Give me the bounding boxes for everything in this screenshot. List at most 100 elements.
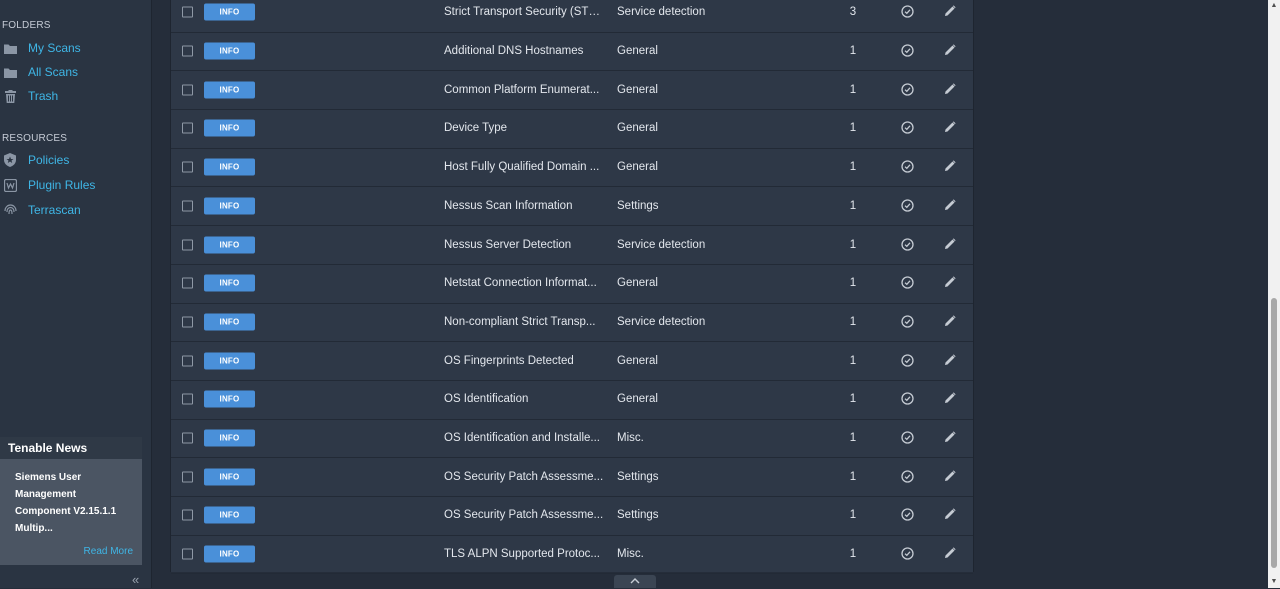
table-row[interactable]: INFO Nessus Server Detection Service det…: [171, 225, 973, 265]
row-checkbox[interactable]: [182, 432, 193, 444]
plugin-family: Misc.: [617, 432, 644, 445]
plugin-name: Netstat Connection Informat...: [444, 277, 597, 290]
news-title[interactable]: Siemens User Management Component V2.15.…: [15, 469, 130, 537]
severity-badge: INFO: [204, 3, 255, 21]
check-circle-icon[interactable]: [901, 199, 915, 213]
row-checkbox[interactable]: [182, 355, 193, 367]
edit-pencil-icon[interactable]: [944, 431, 958, 445]
host-count: 1: [849, 161, 857, 174]
sidebar-item-plugin-rules[interactable]: Plugin Rules: [0, 175, 95, 195]
row-checkbox[interactable]: [182, 161, 193, 173]
row-checkbox[interactable]: [182, 6, 193, 18]
table-row[interactable]: INFO OS Security Patch Assessme... Setti…: [171, 457, 973, 498]
read-more-link[interactable]: Read More: [84, 546, 133, 557]
plugin-name: OS Security Patch Assessme...: [444, 509, 604, 522]
sidebar-item-all-scans[interactable]: All Scans: [0, 62, 78, 82]
row-checkbox[interactable]: [182, 471, 193, 483]
check-circle-icon[interactable]: [901, 315, 915, 329]
row-checkbox[interactable]: [182, 239, 193, 251]
edit-pencil-icon[interactable]: [944, 315, 958, 329]
edit-pencil-icon[interactable]: [944, 5, 958, 19]
row-checkbox[interactable]: [182, 316, 193, 328]
shield-icon: [3, 153, 17, 167]
check-circle-icon[interactable]: [901, 5, 915, 19]
table-row[interactable]: INFO OS Fingerprints Detected General 1: [171, 341, 973, 381]
table-row[interactable]: INFO Device Type General 1: [171, 109, 973, 149]
row-checkbox[interactable]: [182, 277, 193, 289]
edit-pencil-icon[interactable]: [944, 392, 958, 406]
check-circle-icon[interactable]: [901, 431, 915, 445]
host-count: 1: [849, 315, 857, 328]
collapse-sidebar-icon[interactable]: «: [132, 573, 146, 586]
check-circle-icon[interactable]: [901, 353, 915, 368]
host-count: 1: [849, 199, 857, 212]
row-checkbox[interactable]: [182, 393, 193, 405]
check-circle-icon[interactable]: [901, 547, 915, 561]
edit-pencil-icon[interactable]: [944, 354, 958, 368]
edit-pencil-icon[interactable]: [944, 237, 958, 252]
row-checkbox[interactable]: [182, 548, 193, 560]
edit-pencil-icon[interactable]: [944, 121, 958, 135]
edit-pencil-icon[interactable]: [944, 470, 958, 484]
scroll-down-arrow-icon[interactable]: ▼: [1270, 578, 1278, 586]
check-circle-icon[interactable]: [901, 44, 915, 58]
row-checkbox[interactable]: [182, 84, 193, 96]
edit-pencil-icon[interactable]: [944, 547, 958, 561]
table-row[interactable]: INFO OS Identification General 1: [171, 380, 973, 420]
expand-panel-button[interactable]: [614, 575, 656, 588]
row-checkbox[interactable]: [182, 200, 193, 212]
rules-icon: [3, 178, 17, 192]
table-row[interactable]: INFO OS Security Patch Assessme... Setti…: [171, 496, 973, 536]
check-circle-icon[interactable]: [901, 392, 915, 406]
table-row[interactable]: INFO Common Platform Enumerat... General…: [171, 70, 973, 111]
check-circle-icon[interactable]: [901, 508, 915, 522]
folder-icon: [3, 65, 17, 79]
host-count: 1: [849, 470, 857, 483]
row-checkbox[interactable]: [182, 45, 193, 57]
edit-pencil-icon[interactable]: [944, 276, 958, 290]
edit-pencil-icon[interactable]: [944, 83, 958, 97]
chevron-up-icon: [630, 578, 640, 584]
sidebar-item-terrascan[interactable]: Terrascan: [0, 200, 81, 220]
plugin-family: Settings: [617, 470, 659, 483]
severity-badge: INFO: [204, 197, 255, 215]
plugin-name: Device Type: [444, 122, 508, 135]
severity-badge: INFO: [204, 42, 255, 60]
table-row[interactable]: INFO Strict Transport Security (STS... S…: [171, 0, 973, 33]
check-circle-icon[interactable]: [901, 470, 915, 484]
plugin-name: Non-compliant Strict Transp...: [444, 315, 596, 328]
table-row[interactable]: INFO Nessus Scan Information Settings 1: [171, 187, 973, 227]
sidebar-item-trash[interactable]: Trash: [0, 86, 58, 106]
severity-badge: INFO: [204, 429, 255, 447]
edit-pencil-icon[interactable]: [944, 199, 958, 213]
check-circle-icon[interactable]: [901, 83, 915, 97]
check-circle-icon[interactable]: [901, 160, 915, 174]
plugin-name: OS Identification and Installe...: [444, 432, 600, 445]
check-circle-icon[interactable]: [901, 276, 915, 290]
sidebar-item-my-scans[interactable]: My Scans: [0, 38, 81, 58]
vulnerabilities-table: INFO Strict Transport Security (STS... S…: [170, 0, 974, 575]
scroll-thumb[interactable]: [1271, 298, 1277, 568]
scrollbar[interactable]: ▲ ▼: [1268, 0, 1280, 588]
edit-pencil-icon[interactable]: [944, 44, 958, 58]
plugin-name: OS Security Patch Assessme...: [444, 470, 604, 483]
sidebar-item-label: Plugin Rules: [28, 178, 96, 192]
table-row[interactable]: INFO TLS ALPN Supported Protoc... Misc. …: [171, 535, 973, 575]
row-checkbox[interactable]: [182, 509, 193, 521]
plugin-family: Service detection: [617, 315, 706, 328]
check-circle-icon[interactable]: [901, 121, 915, 135]
edit-pencil-icon[interactable]: [944, 508, 958, 522]
news-header: Tenable News: [0, 437, 142, 459]
row-checkbox[interactable]: [182, 122, 193, 134]
table-row[interactable]: INFO Netstat Connection Informat... Gene…: [171, 264, 973, 304]
edit-pencil-icon[interactable]: [944, 160, 958, 174]
table-row[interactable]: INFO Non-compliant Strict Transp... Serv…: [171, 303, 973, 343]
scroll-up-arrow-icon[interactable]: ▲: [1270, 2, 1278, 10]
plugin-name: Common Platform Enumerat...: [444, 83, 600, 96]
plugin-family: Settings: [617, 509, 659, 522]
table-row[interactable]: INFO OS Identification and Installe... M…: [171, 419, 973, 459]
table-row[interactable]: INFO Additional DNS Hostnames General 1: [171, 32, 973, 72]
table-row[interactable]: INFO Host Fully Qualified Domain ... Gen…: [171, 148, 973, 188]
sidebar-item-policies[interactable]: Policies: [0, 150, 69, 170]
check-circle-icon[interactable]: [901, 237, 915, 252]
